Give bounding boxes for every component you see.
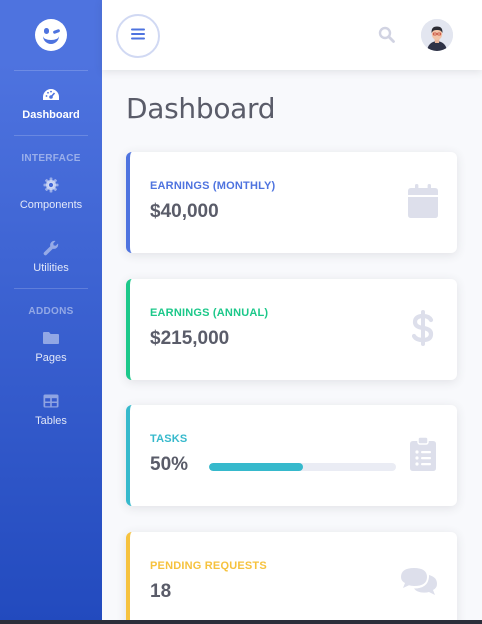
stat-card-value: $215,000 [150,328,230,349]
stat-card-value: 18 [150,581,172,602]
sidebar-brand[interactable] [0,0,102,70]
stat-card-pending-requests: PENDING REQUESTS 18 [126,532,457,624]
sidebar-item-pages[interactable]: Pages [0,319,102,373]
folder-icon [41,329,61,347]
user-avatar[interactable] [421,19,453,51]
sidebar-item-tables[interactable]: Tables [0,377,102,441]
stat-card-earnings-monthly: EARNINGS (MONTHLY) $40,000 [126,152,457,253]
page-title: Dashboard [126,92,276,125]
tasks-progress-fill [209,463,303,471]
sidebar-item-utilities[interactable]: Utilities [0,224,102,288]
comments-icon [399,562,439,600]
sidebar-item-label: Components [19,198,83,211]
dollar-icon [407,309,439,347]
stat-card-label: EARNINGS (MONTHLY) [150,180,276,192]
stat-card-label: TASKS [150,433,188,445]
clipboard-list-icon [407,435,439,473]
stat-card-label: EARNINGS (ANNUAL) [150,307,269,319]
sidebar-heading-interface: INTERFACE [21,153,81,164]
sidebar-item-label: Utilities [33,261,69,274]
sidebar-item-components[interactable]: Components [0,166,102,220]
sidebar-toggle-button[interactable] [116,14,160,58]
bars-icon [131,27,145,45]
sidebar-divider [14,288,88,289]
stat-card-label: PENDING REQUESTS [150,560,267,572]
sidebar-heading-addons: ADDONS [28,306,74,317]
window-bottom-edge [0,620,482,624]
topbar [102,0,482,70]
calendar-icon [407,182,439,220]
sidebar-divider [14,135,88,136]
tachometer-icon [41,86,61,104]
stat-card-value: $40,000 [150,201,219,222]
laugh-wink-icon [35,19,67,51]
stat-card-value: 50% [150,454,189,475]
tasks-progress-bar [209,463,396,471]
wrench-icon [41,239,61,257]
stat-card-earnings-annual: EARNINGS (ANNUAL) $215,000 [126,279,457,380]
sidebar-item-label: Tables [35,414,67,427]
cog-icon [41,176,61,194]
table-icon [41,392,61,410]
search-icon [378,26,396,48]
sidebar-item-dashboard[interactable]: Dashboard [0,71,102,135]
sidebar-item-label: Dashboard [22,108,80,121]
sidebar-item-label: Pages [35,351,67,364]
sidebar: Dashboard INTERFACE Components Utilities… [0,0,102,624]
stat-card-tasks: TASKS 50% [126,405,457,506]
search-button[interactable] [378,26,396,44]
